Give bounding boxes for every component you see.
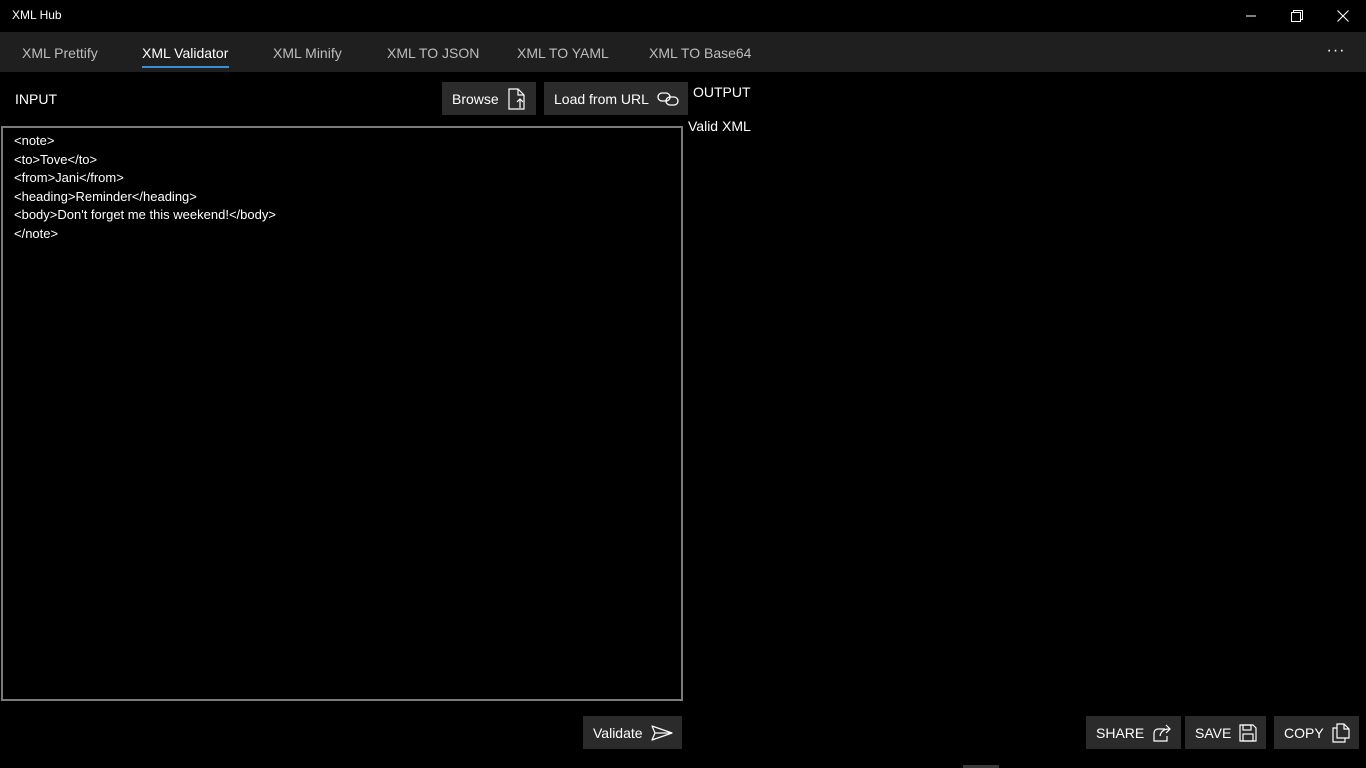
xml-input-editor[interactable]: <note> <to>Tove</to> <from>Jani</from> <… <box>1 126 683 701</box>
title-bar: XML Hub <box>0 0 1366 32</box>
input-label: INPUT <box>15 91 57 107</box>
tab-xml-prettify[interactable]: XML Prettify <box>22 45 98 61</box>
save-icon <box>1239 723 1257 742</box>
share-button-label: SHARE <box>1096 724 1145 741</box>
send-icon <box>650 724 673 741</box>
file-upload-icon <box>508 87 525 110</box>
validate-button[interactable]: Validate <box>583 716 682 749</box>
active-tab-indicator <box>142 66 229 68</box>
more-options-button[interactable]: ··· <box>1324 36 1348 66</box>
load-from-url-button[interactable]: Load from URL <box>544 82 688 115</box>
copy-icon <box>1332 722 1350 743</box>
restore-icon <box>1291 10 1303 22</box>
tab-xml-to-json[interactable]: XML TO JSON <box>387 45 479 61</box>
output-result: Valid XML <box>688 118 751 134</box>
close-button[interactable] <box>1320 0 1366 32</box>
minimize-icon <box>1246 15 1256 17</box>
xml-input-text: <note> <to>Tove</to> <from>Jani</from> <… <box>14 133 276 241</box>
copy-button[interactable]: COPY <box>1274 716 1359 749</box>
restore-button[interactable] <box>1274 0 1320 32</box>
copy-button-label: COPY <box>1284 724 1324 741</box>
tab-xml-to-yaml[interactable]: XML TO YAML <box>517 45 609 61</box>
share-icon <box>1153 724 1172 742</box>
tab-xml-minify[interactable]: XML Minify <box>273 45 342 61</box>
minimize-button[interactable] <box>1228 0 1274 32</box>
save-button-label: SAVE <box>1195 724 1232 741</box>
link-icon <box>657 91 679 106</box>
validate-button-label: Validate <box>593 724 643 741</box>
close-icon <box>1337 10 1349 22</box>
browse-button-label: Browse <box>452 90 499 107</box>
browse-button[interactable]: Browse <box>442 82 536 115</box>
output-label: OUTPUT <box>693 84 751 100</box>
load-from-url-button-label: Load from URL <box>554 90 649 107</box>
tab-xml-to-base64[interactable]: XML TO Base64 <box>649 45 751 61</box>
share-button[interactable]: SHARE <box>1086 716 1182 749</box>
save-button[interactable]: SAVE <box>1185 716 1267 749</box>
tab-xml-validator[interactable]: XML Validator <box>142 45 228 61</box>
app-title: XML Hub <box>12 8 62 22</box>
